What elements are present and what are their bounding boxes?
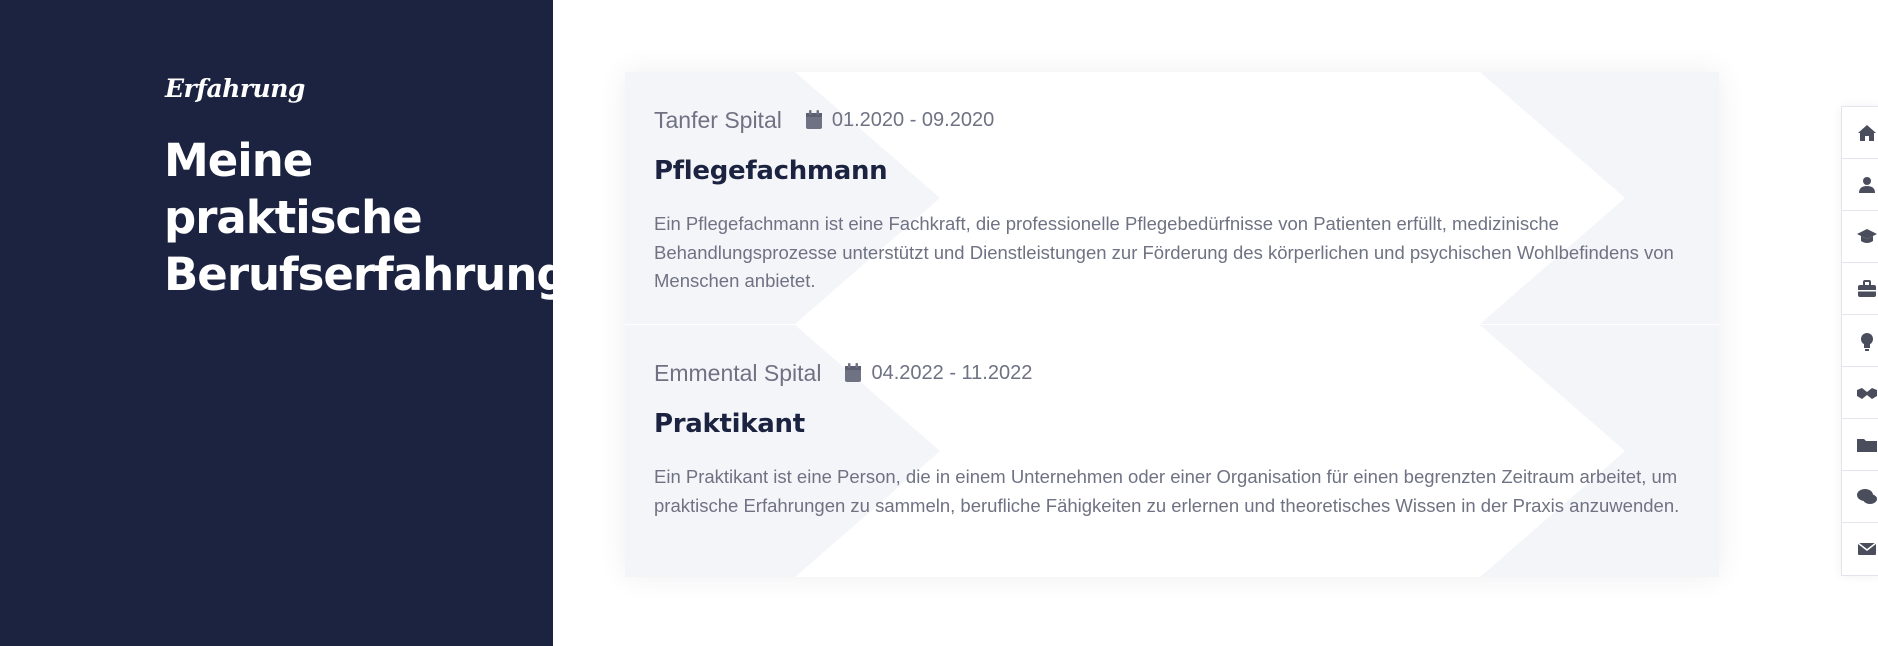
section-title: Meine praktische Berufserfahrung xyxy=(164,134,569,301)
side-navigation xyxy=(1841,106,1878,576)
graduation-cap-icon xyxy=(1857,228,1877,243)
nav-education[interactable] xyxy=(1842,211,1878,263)
section-eyebrow: Erfahrung xyxy=(165,74,305,103)
nav-skills[interactable] xyxy=(1842,315,1878,367)
home-icon xyxy=(1858,124,1876,141)
section-intro-panel: Erfahrung Meine praktische Berufserfahru… xyxy=(0,0,569,646)
lightbulb-icon xyxy=(1861,332,1873,351)
date-range: 04.2022 - 11.2022 xyxy=(871,361,1033,384)
experience-card: Tanfer Spital 01.2020 - 09.2020 Pflegefa… xyxy=(625,72,1719,577)
handshake-icon xyxy=(1857,387,1877,399)
job-title: Praktikant xyxy=(654,409,805,439)
nav-testimonials[interactable] xyxy=(1842,471,1878,523)
date-range: 01.2020 - 09.2020 xyxy=(831,108,995,131)
folder-icon xyxy=(1857,438,1877,452)
nav-services[interactable] xyxy=(1842,367,1878,419)
nav-home[interactable] xyxy=(1842,107,1878,159)
calendar-icon xyxy=(844,363,862,383)
experience-entry: Tanfer Spital 01.2020 - 09.2020 Pflegefa… xyxy=(625,72,1719,324)
job-title: Pflegefachmann xyxy=(654,156,888,186)
nav-contact[interactable] xyxy=(1842,523,1878,575)
job-description: Ein Pflegefachmann ist eine Fachkraft, d… xyxy=(654,213,1674,291)
comments-icon xyxy=(1857,488,1877,504)
nav-portfolio[interactable] xyxy=(1842,419,1878,471)
company-name: Emmental Spital xyxy=(654,359,822,386)
nav-about[interactable] xyxy=(1842,159,1878,211)
user-icon xyxy=(1859,176,1875,193)
envelope-icon xyxy=(1857,542,1877,555)
calendar-icon xyxy=(805,110,823,130)
briefcase-icon xyxy=(1858,279,1876,297)
job-description: Ein Praktikant ist eine Person, die in e… xyxy=(654,466,1680,516)
experience-entry: Emmental Spital 04.2022 - 11.2022 Prakti… xyxy=(625,325,1719,577)
company-name: Tanfer Spital xyxy=(654,106,782,133)
nav-experience[interactable] xyxy=(1842,263,1878,315)
